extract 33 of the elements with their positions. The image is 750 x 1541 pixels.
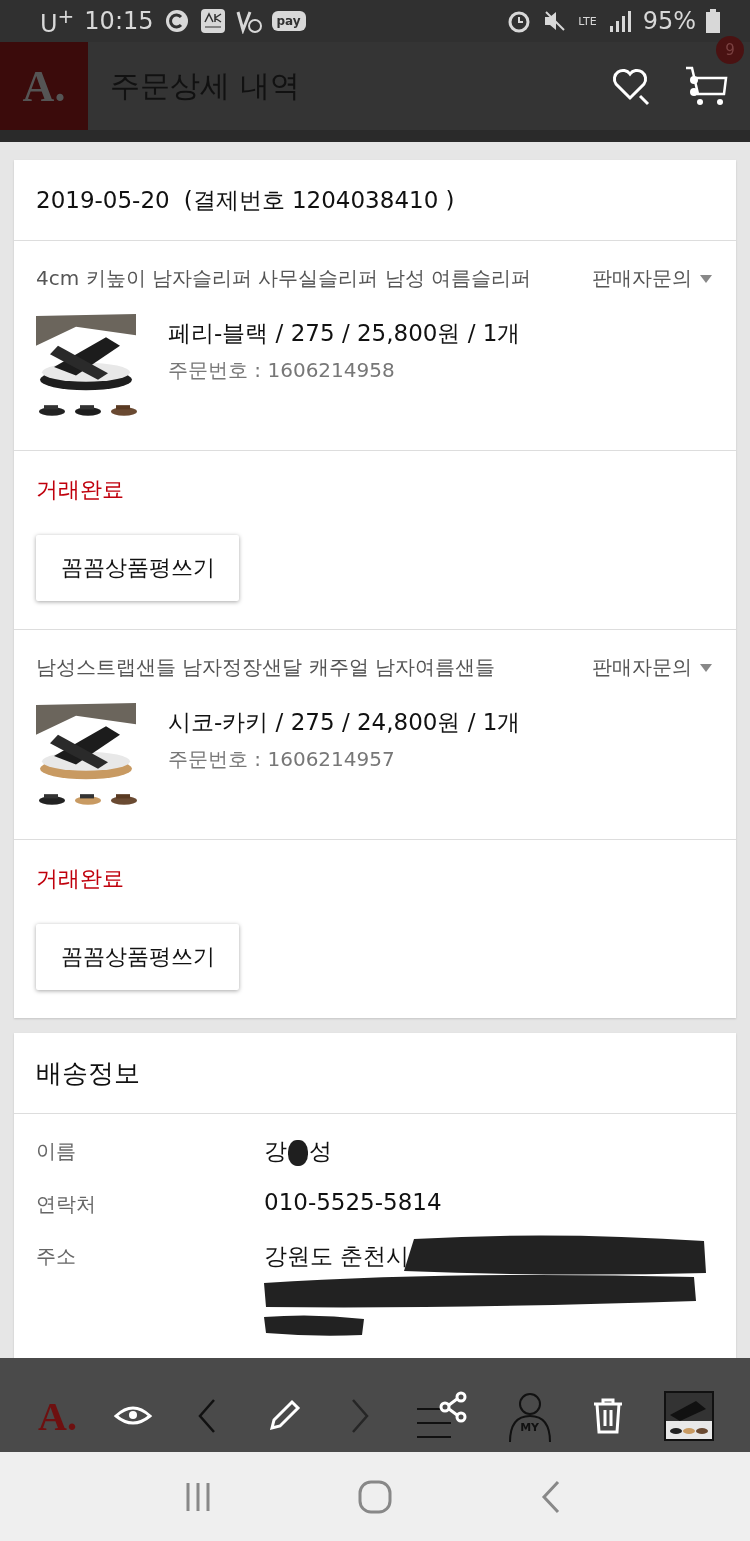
- caret-icon[interactable]: [700, 663, 712, 672]
- order-number: 주문번호 : 1606214958: [168, 357, 396, 384]
- order-date: 2019-05-20: [36, 187, 170, 213]
- mall-app-icon: [199, 8, 226, 34]
- order-status: 거래완료: [36, 476, 124, 504]
- field-value: 강 성: [264, 1137, 332, 1167]
- battery-level: 95%: [642, 7, 696, 35]
- order-number: 주문번호 : 1606214957: [168, 746, 396, 773]
- network-label: LTE: [578, 15, 597, 27]
- carrier: U$^{+}$: [40, 4, 75, 38]
- c-badge-icon: [163, 8, 190, 34]
- product-option: 시코-카키 / 275 / 24,800원 / 1개: [168, 707, 521, 738]
- product-option: 페리-블랙 / 275 / 25,800원 / 1개: [168, 318, 521, 349]
- home-icon[interactable]: [357, 1478, 393, 1515]
- pay-badge: pay: [271, 11, 306, 31]
- field-label: 주소: [36, 1243, 77, 1270]
- order-status: 거래완료: [36, 865, 124, 893]
- product-name[interactable]: 4cm 키높이 남자슬리퍼 사무실슬리퍼 남성 여름슬리퍼: [36, 265, 531, 292]
- clock: 10:15: [84, 7, 154, 35]
- field-label: 이름: [36, 1138, 77, 1165]
- product-name[interactable]: 남성스트랩샌들 남자정장샌달 캐주얼 남자여름샌들: [36, 654, 496, 681]
- battery-icon: [706, 9, 720, 33]
- section-title: 배송정보: [14, 1033, 736, 1114]
- write-review-button[interactable]: 꼼꼼상품평쓰기: [36, 924, 239, 990]
- field-value: 010-5525-5814: [264, 1189, 442, 1215]
- caret-icon[interactable]: [700, 274, 712, 283]
- seller-inquiry-dropdown[interactable]: 판매자문의: [592, 654, 712, 681]
- seller-inquiry-dropdown[interactable]: 판매자문의: [592, 265, 712, 292]
- cart-icon[interactable]: [684, 64, 728, 108]
- field-value: 강원도 춘천시: [264, 1243, 410, 1269]
- field-label: 연락처: [36, 1191, 97, 1218]
- write-review-button[interactable]: 꼼꼼상품평쓰기: [36, 535, 239, 601]
- payment-number: (결제번호 1204038410 ): [183, 185, 455, 215]
